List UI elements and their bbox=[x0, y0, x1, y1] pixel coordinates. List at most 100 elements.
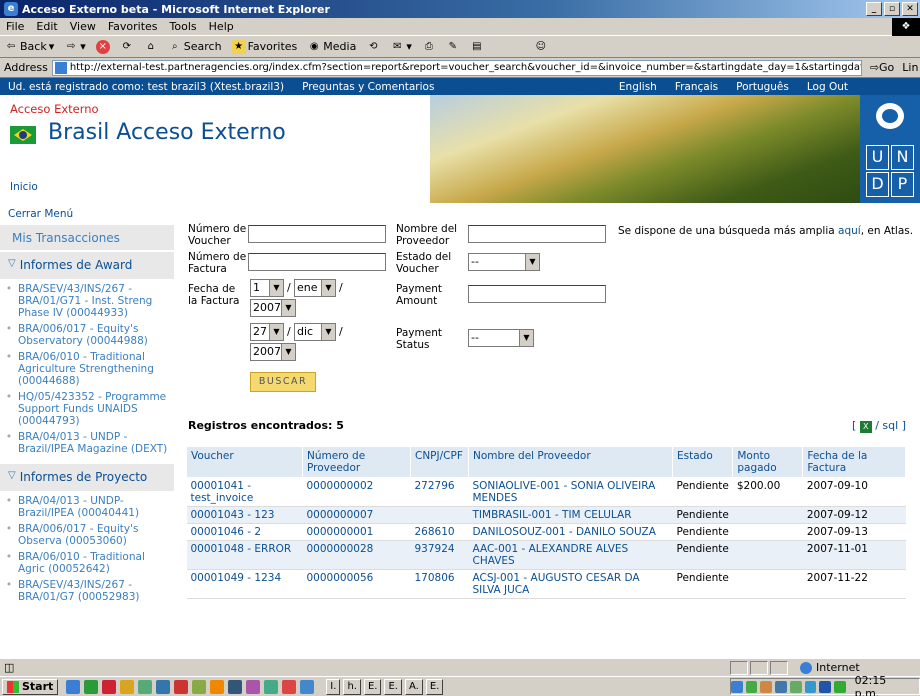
stop-button[interactable]: × bbox=[95, 39, 110, 54]
menu-tools[interactable]: Tools bbox=[170, 20, 197, 33]
supplier-number-link[interactable]: 0000000056 bbox=[302, 569, 411, 599]
sidebar-mis-transacciones[interactable]: Mis Transacciones bbox=[0, 225, 174, 251]
supplier-name-link[interactable]: ACSJ-001 - AUGUSTO CESAR DA SILVA JUCA bbox=[468, 569, 673, 599]
search-button[interactable]: ⌕ Search bbox=[168, 40, 222, 54]
payment-status-select[interactable]: -- ▼ bbox=[468, 329, 534, 347]
app-launch-icon[interactable] bbox=[156, 679, 171, 694]
lang-portuguese[interactable]: Português bbox=[736, 81, 789, 93]
menu-help[interactable]: Help bbox=[209, 20, 234, 33]
menu-favorites[interactable]: Favorites bbox=[108, 20, 158, 33]
lang-english[interactable]: English bbox=[619, 81, 657, 93]
supplier-number-link[interactable]: 0000000002 bbox=[302, 477, 411, 507]
app-launch-icon[interactable] bbox=[138, 679, 153, 694]
project-item[interactable]: • BRA/06/010 - Traditional Agric (0005264… bbox=[0, 551, 170, 575]
menu-view[interactable]: View bbox=[70, 20, 96, 33]
app-launch-icon[interactable] bbox=[102, 679, 117, 694]
sidebar-section-proyecto[interactable]: ▽ Informes de Proyecto bbox=[0, 463, 174, 491]
end-day-select[interactable]: 27 ▼ bbox=[250, 323, 284, 341]
voucher-link[interactable]: 00001046 - 2 bbox=[186, 523, 303, 541]
voucher-link[interactable]: 00001041 - test_invoice bbox=[186, 477, 303, 507]
cnpj-cell[interactable]: 268610 bbox=[410, 523, 469, 541]
tray-icon[interactable] bbox=[760, 680, 773, 693]
cnpj-cell[interactable]: 272796 bbox=[410, 477, 469, 507]
col-voucher[interactable]: Voucher bbox=[186, 446, 303, 478]
language-indicator-icon[interactable] bbox=[819, 680, 831, 693]
supplier-number-link[interactable]: 0000000001 bbox=[302, 523, 411, 541]
task-button[interactable]: A. bbox=[404, 678, 423, 695]
project-item[interactable]: • BRA/SEV/43/INS/267 - BRA/01/G7 (0005298… bbox=[0, 579, 170, 603]
clock[interactable]: 02:15 p.m. bbox=[855, 674, 913, 696]
favorites-button[interactable]: ★ Favorites bbox=[231, 39, 297, 54]
refresh-button[interactable]: ⟳ bbox=[120, 40, 134, 54]
lang-french[interactable]: Français bbox=[675, 81, 718, 93]
media-button[interactable]: ◉ Media bbox=[307, 40, 356, 54]
address-input[interactable]: http://external-test.partneragencies.org… bbox=[51, 59, 862, 76]
supplier-name-link[interactable]: AAC-001 - ALEXANDRE ALVES CHAVES bbox=[468, 540, 673, 570]
close-button[interactable]: ✕ bbox=[902, 2, 918, 16]
atlas-link[interactable]: aquí bbox=[838, 225, 861, 237]
edit-button[interactable]: ✎ bbox=[446, 40, 460, 54]
task-button[interactable]: E. bbox=[384, 678, 402, 695]
tray-icon[interactable] bbox=[833, 680, 846, 693]
col-numero-proveedor[interactable]: Número de Proveedor bbox=[302, 446, 411, 478]
discuss-button[interactable]: ▤ bbox=[470, 40, 484, 54]
buscar-button[interactable]: BUSCAR bbox=[250, 372, 316, 392]
voucher-link[interactable]: 00001049 - 1234 bbox=[186, 569, 303, 599]
voucher-number-input[interactable] bbox=[248, 225, 386, 243]
app-launch-icon[interactable] bbox=[264, 679, 279, 694]
project-item[interactable]: • BRA/006/017 - Equity's Observa (0005306… bbox=[0, 523, 170, 547]
links-button[interactable]: Lin bbox=[902, 61, 918, 74]
supplier-name-link[interactable]: SONIAOLIVE-001 - SONIA OLIVEIRA MENDES bbox=[468, 477, 673, 507]
messenger-button[interactable]: ☺ bbox=[534, 40, 548, 54]
col-estado[interactable]: Estado bbox=[671, 446, 734, 478]
task-button[interactable]: E. bbox=[425, 678, 444, 695]
voucher-status-select[interactable]: -- ▼ bbox=[468, 253, 540, 271]
app-launch-icon[interactable] bbox=[174, 679, 189, 694]
voucher-link[interactable]: 00001048 - ERROR bbox=[186, 540, 303, 570]
supplier-number-link[interactable]: 0000000028 bbox=[302, 540, 411, 570]
minimize-button[interactable]: _ bbox=[866, 2, 882, 16]
payment-amount-input[interactable] bbox=[468, 285, 606, 303]
faq-link[interactable]: Preguntas y Comentarios bbox=[302, 81, 434, 93]
close-menu-link[interactable]: Cerrar Menú bbox=[8, 208, 73, 220]
home-button[interactable]: ⌂ bbox=[144, 40, 158, 54]
tray-icon[interactable] bbox=[775, 680, 787, 693]
supplier-number-link[interactable]: 0000000007 bbox=[302, 506, 411, 524]
app-launch-icon[interactable] bbox=[246, 679, 261, 694]
start-year-select[interactable]: 2007 ▼ bbox=[250, 299, 296, 317]
award-item[interactable]: • BRA/006/017 - Equity's Observatory (000… bbox=[0, 323, 170, 347]
col-cnpj[interactable]: CNPJ/CPF bbox=[410, 446, 469, 478]
ie-launch-icon[interactable] bbox=[66, 679, 81, 694]
app-launch-icon[interactable] bbox=[192, 679, 207, 694]
task-button[interactable]: E. bbox=[363, 678, 382, 695]
history-button[interactable]: ⟲ bbox=[366, 40, 380, 54]
tray-icon[interactable] bbox=[730, 680, 743, 693]
supplier-name-input[interactable] bbox=[468, 225, 606, 243]
col-fecha-factura[interactable]: Fecha de la Factura bbox=[802, 446, 906, 478]
cnpj-cell[interactable]: 170806 bbox=[410, 569, 469, 599]
invoice-number-input[interactable] bbox=[248, 253, 386, 271]
app-launch-icon[interactable] bbox=[228, 679, 243, 694]
excel-export-icon[interactable]: X bbox=[859, 421, 872, 433]
task-button[interactable]: h. bbox=[343, 678, 361, 695]
voucher-link[interactable]: 00001043 - 123 bbox=[186, 506, 303, 524]
award-item[interactable]: • BRA/06/010 - Traditional Agriculture St… bbox=[0, 351, 170, 387]
end-month-select[interactable]: dic ▼ bbox=[294, 323, 336, 341]
supplier-name-link[interactable]: DANILOSOUZ-001 - DANILO SOUZA bbox=[468, 523, 673, 541]
app-launch-icon[interactable] bbox=[300, 679, 315, 694]
print-button[interactable]: ⎙ bbox=[422, 40, 436, 54]
app-launch-icon[interactable] bbox=[120, 679, 135, 694]
tray-icon[interactable] bbox=[789, 680, 802, 693]
menu-file[interactable]: File bbox=[6, 20, 24, 33]
start-button[interactable]: Start bbox=[2, 678, 59, 695]
project-item[interactable]: • BRA/04/013 - UNDP-Brazil/IPEA (00040441… bbox=[0, 495, 170, 519]
task-button[interactable]: I. bbox=[326, 678, 341, 695]
supplier-name-link[interactable]: TIMBRASIL-001 - TIM CELULAR bbox=[468, 506, 673, 524]
inicio-link[interactable]: Inicio bbox=[10, 181, 38, 193]
tray-icon[interactable] bbox=[804, 680, 817, 693]
go-button[interactable]: ⇨Go bbox=[870, 61, 894, 74]
forward-button[interactable]: ⇨ ▾ bbox=[64, 40, 86, 54]
award-item[interactable]: • BRA/04/013 - UNDP - Brazil/IPEA Magazin… bbox=[0, 431, 170, 455]
app-launch-icon[interactable] bbox=[210, 679, 225, 694]
sql-export-link[interactable]: / sql ] bbox=[875, 419, 906, 432]
